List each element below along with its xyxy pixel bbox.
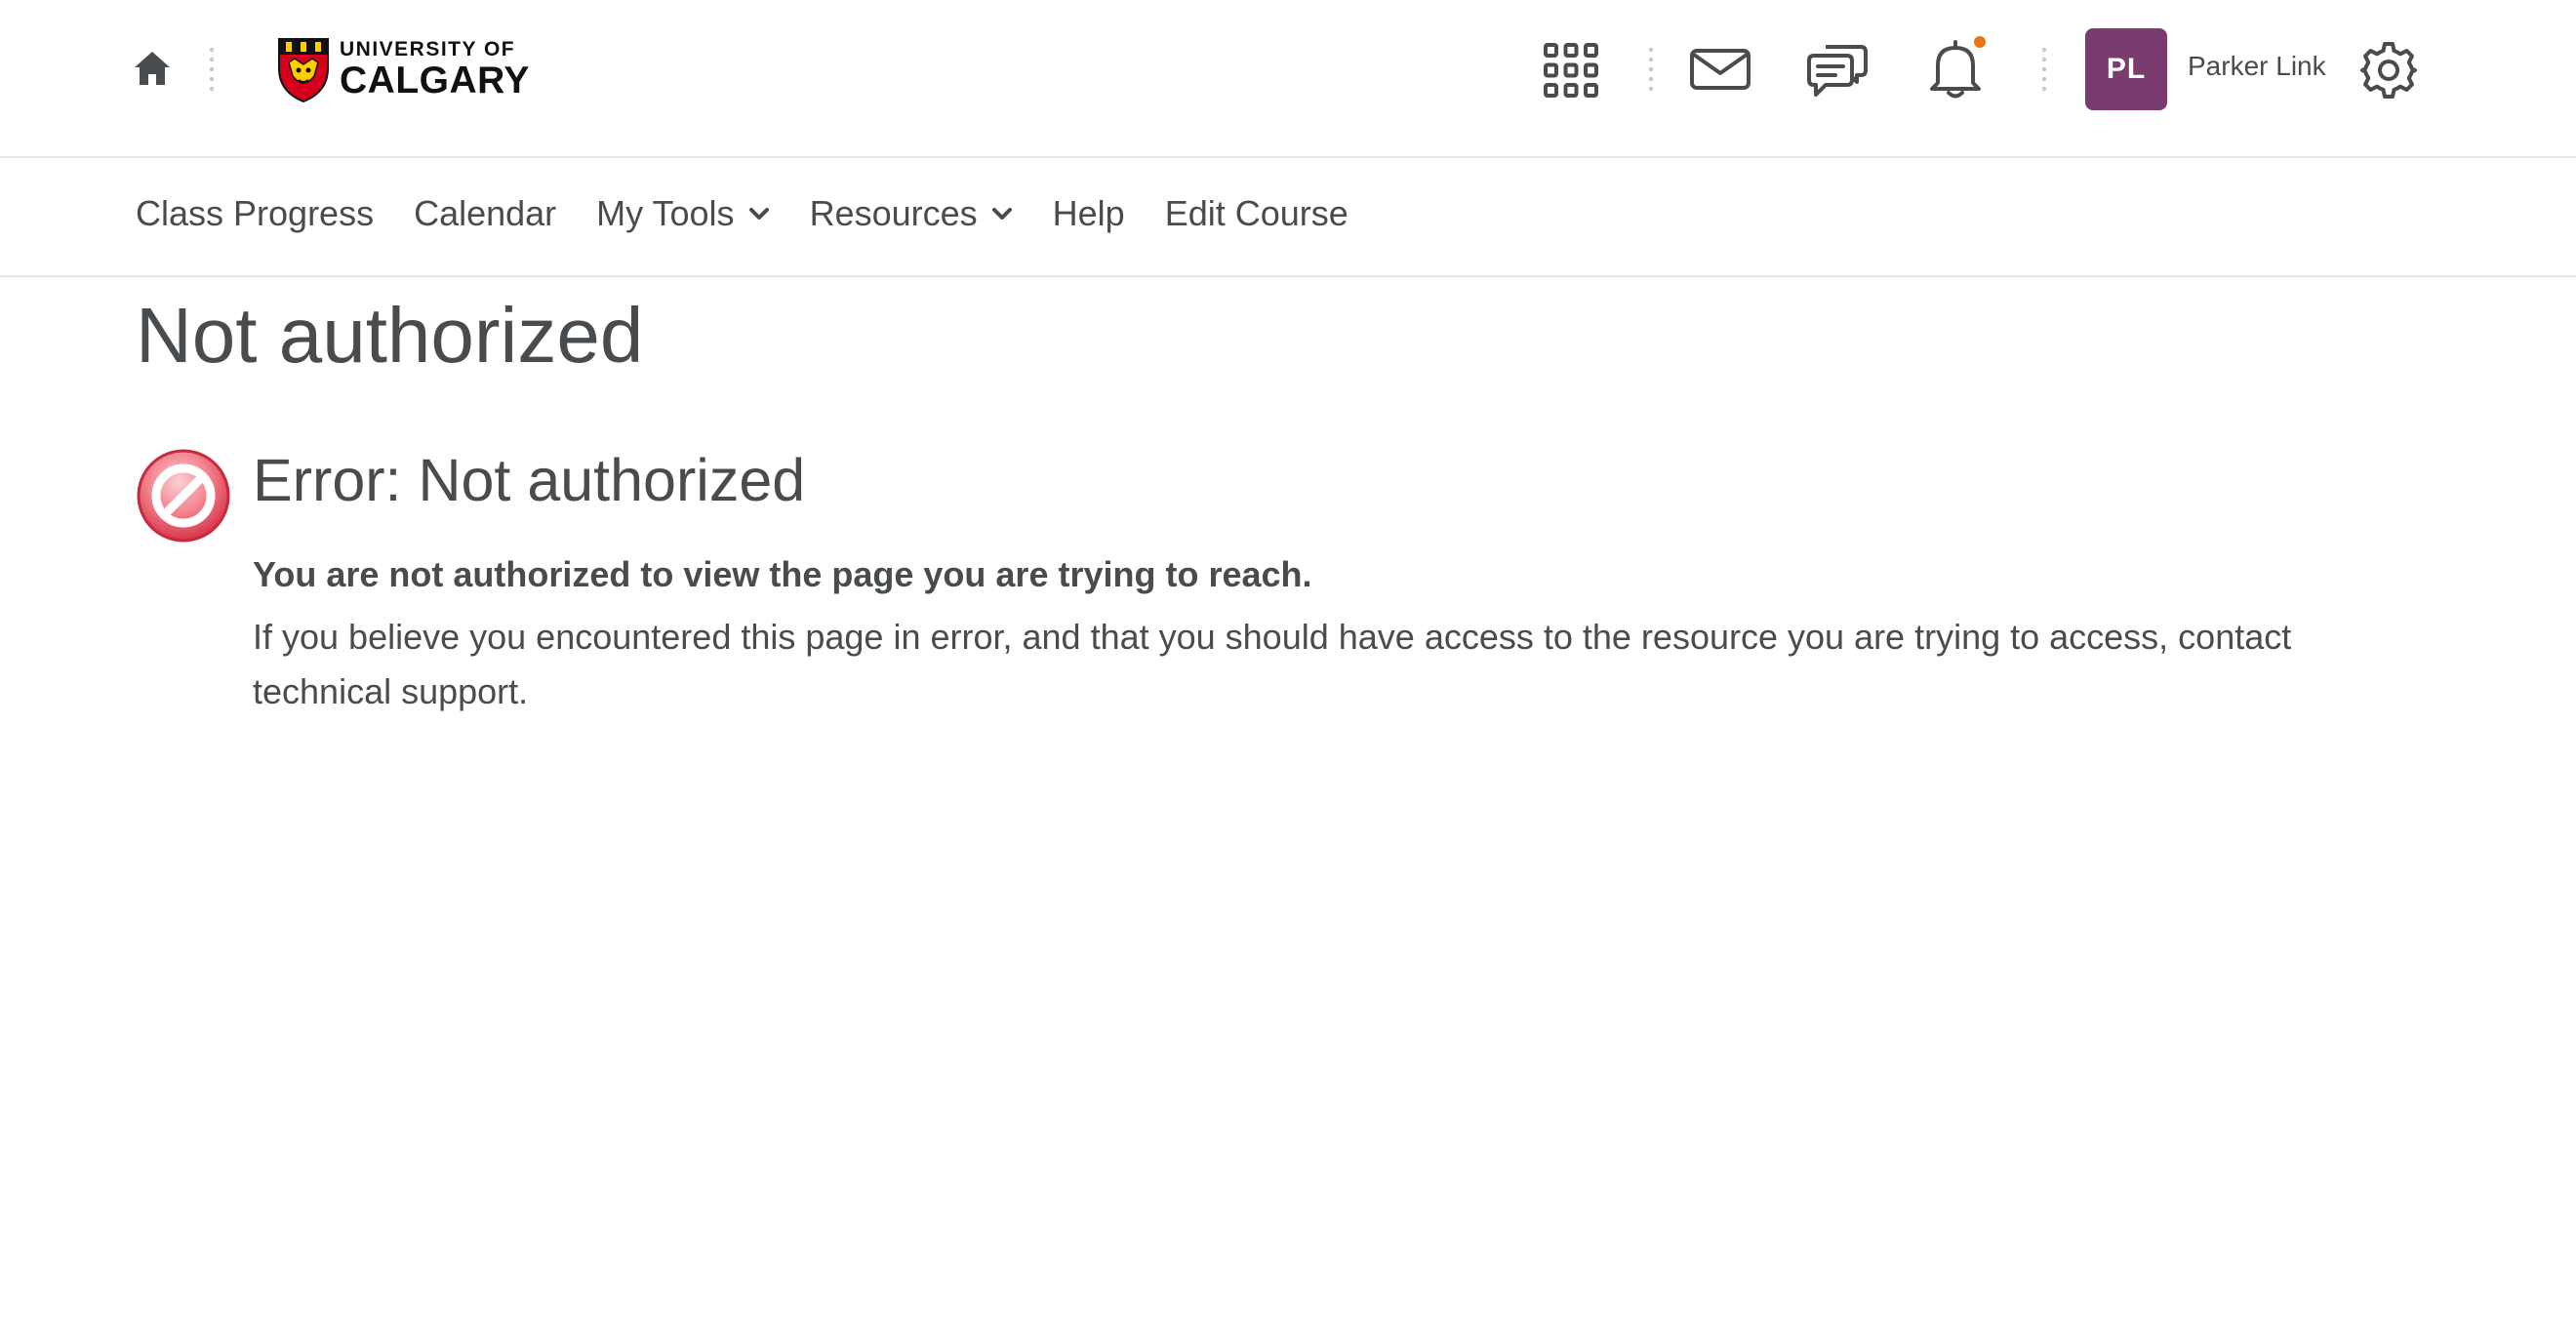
- nav-item-label: My Tools: [596, 193, 735, 233]
- page-title: Not authorized: [136, 292, 644, 379]
- logo-wordmark: UNIVERSITY OF CALGARY: [340, 39, 530, 100]
- university-crest-icon: [278, 38, 329, 103]
- user-name[interactable]: Parker Link: [2188, 51, 2326, 82]
- logo-line-1: UNIVERSITY OF: [340, 38, 516, 60]
- nav-item-label: Help: [1052, 193, 1125, 233]
- nav-item-label: Class Progress: [136, 193, 375, 233]
- nav-item-my-tools[interactable]: My Tools: [596, 193, 769, 234]
- messages-button[interactable]: [1688, 45, 1752, 94]
- chevron-down-icon: [748, 207, 770, 221]
- gear-icon: [2360, 42, 2417, 99]
- header-divider: [1649, 45, 1653, 92]
- chat-bubbles-icon: [1807, 45, 1868, 97]
- top-header: UNIVERSITY OF CALGARY PL Parker Link: [0, 0, 2576, 158]
- logo-line-2: CALGARY: [340, 60, 530, 101]
- university-logo[interactable]: UNIVERSITY OF CALGARY: [277, 33, 530, 105]
- nav-item-edit-course[interactable]: Edit Course: [1165, 193, 1348, 234]
- nav-item-resources[interactable]: Resources: [810, 193, 1013, 234]
- nav-item-label: Resources: [809, 193, 978, 233]
- error-message-bold: You are not authorized to view the page …: [253, 554, 1312, 594]
- error-heading: Error: Not authorized: [253, 447, 806, 513]
- envelope-icon: [1690, 49, 1751, 90]
- header-divider: [2042, 45, 2046, 92]
- notifications-button[interactable]: [1926, 33, 1989, 101]
- avatar[interactable]: PL: [2085, 28, 2167, 110]
- grid-icon: [1544, 43, 1598, 98]
- nav-item-label: Edit Course: [1164, 193, 1348, 233]
- home-button[interactable]: [131, 47, 174, 90]
- header-divider: [210, 45, 214, 92]
- no-entry-icon: [136, 448, 231, 544]
- nav-item-help[interactable]: Help: [1053, 193, 1125, 234]
- nav-items: Class Progress Calendar My Tools Resourc…: [136, 193, 1389, 234]
- discussions-button[interactable]: [1805, 39, 1870, 101]
- home-icon: [135, 52, 170, 85]
- course-navbar: Class Progress Calendar My Tools Resourc…: [0, 158, 2576, 277]
- error-message: If you believe you encountered this page…: [253, 617, 2292, 711]
- chevron-down-icon: [991, 207, 1013, 221]
- notification-dot: [1971, 33, 1989, 51]
- nav-item-label: Calendar: [414, 193, 557, 233]
- apps-button[interactable]: [1540, 39, 1602, 101]
- settings-button[interactable]: [2357, 39, 2420, 101]
- nav-item-calendar[interactable]: Calendar: [414, 193, 556, 234]
- nav-item-class-progress[interactable]: Class Progress: [136, 193, 374, 234]
